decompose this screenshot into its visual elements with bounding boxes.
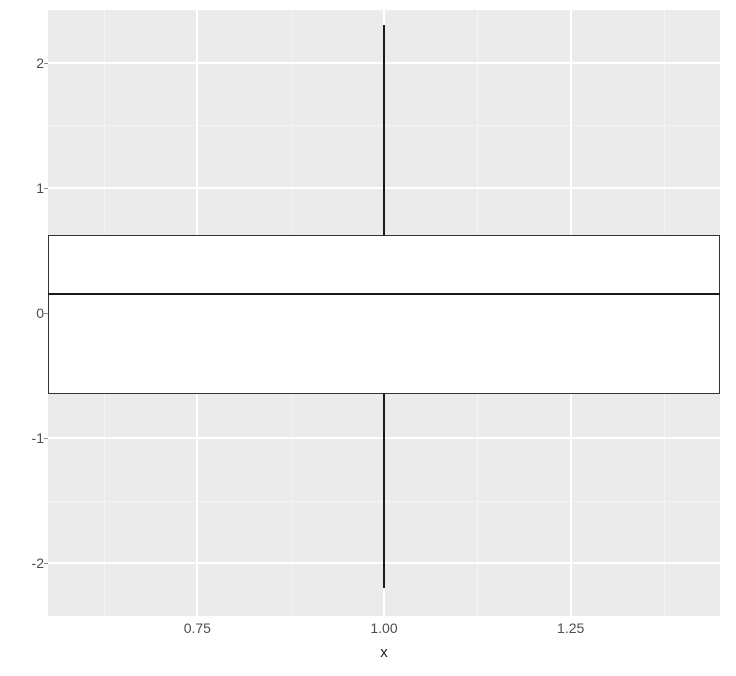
x-tick-label: 1.00 bbox=[370, 620, 397, 636]
whisker-upper bbox=[383, 25, 385, 235]
y-tick-label: -2 bbox=[32, 555, 44, 571]
x-axis-label: x bbox=[48, 644, 720, 661]
y-tick-label: -1 bbox=[32, 430, 44, 446]
x-tick-label: 0.75 bbox=[184, 620, 211, 636]
y-tick-mark bbox=[44, 438, 48, 439]
y-tick-mark bbox=[44, 188, 48, 189]
y-tick-label: 1 bbox=[36, 180, 44, 196]
whisker-lower bbox=[383, 394, 385, 588]
y-tick-mark bbox=[44, 563, 48, 564]
y-tick-label: 0 bbox=[36, 305, 44, 321]
plot-panel bbox=[48, 10, 720, 616]
y-tick-mark bbox=[44, 313, 48, 314]
y-tick-mark bbox=[44, 63, 48, 64]
x-tick-label: 1.25 bbox=[557, 620, 584, 636]
y-tick-label: 2 bbox=[36, 55, 44, 71]
boxplot-chart: -2 -1 0 1 2 0.75 1.00 1.25 x bbox=[0, 0, 736, 676]
median-line bbox=[48, 293, 720, 295]
box bbox=[48, 235, 720, 394]
